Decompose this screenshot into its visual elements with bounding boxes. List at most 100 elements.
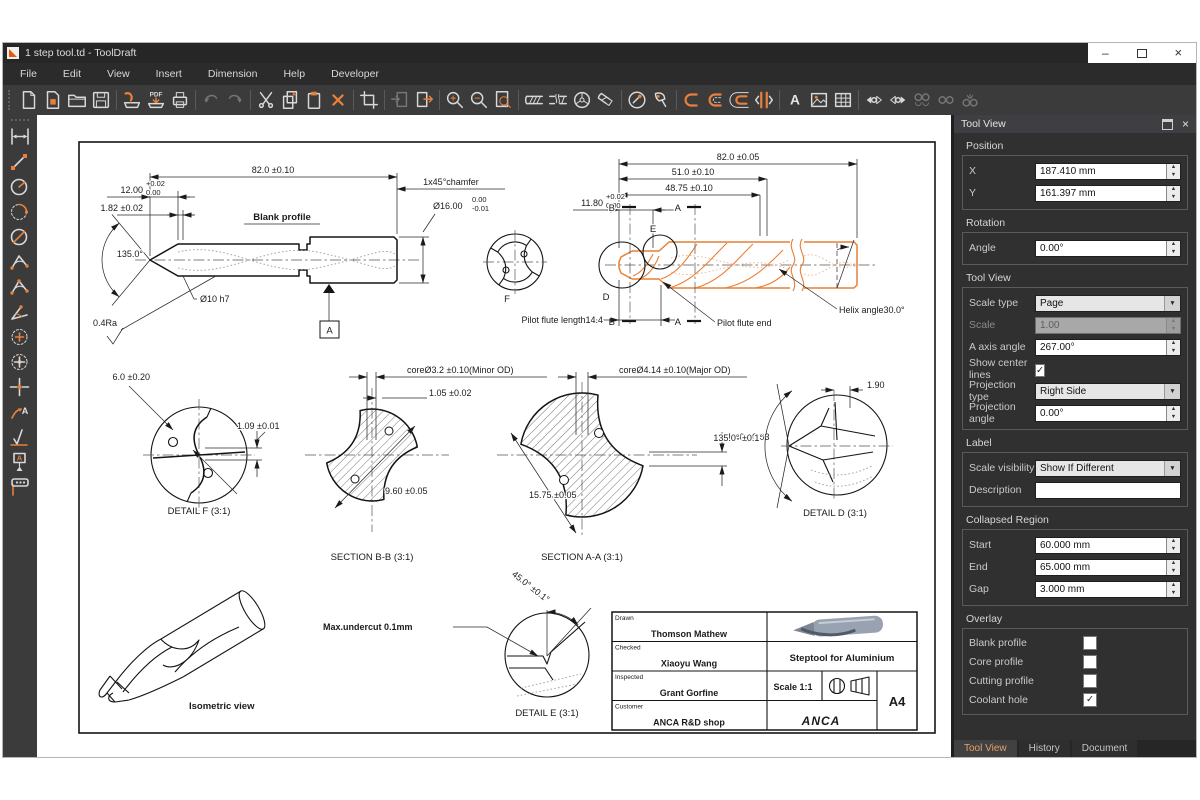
spin-up-icon[interactable]: ▲ [1167, 340, 1180, 348]
datum-label-button[interactable]: A [6, 449, 34, 474]
spin-up-icon[interactable]: ▲ [1167, 560, 1180, 568]
import-page-button[interactable] [388, 88, 412, 112]
flute-view-button[interactable] [522, 88, 546, 112]
angle-4pt-dimension-button[interactable] [6, 274, 34, 299]
a-axis-angle-input[interactable]: 267.00°▲▼ [1035, 339, 1181, 356]
y-input[interactable]: 161.397 mm▲▼ [1035, 185, 1181, 202]
paste-button[interactable] [302, 88, 326, 112]
cut-button[interactable] [254, 88, 278, 112]
cutting-profile-button[interactable] [728, 88, 752, 112]
image-button[interactable] [807, 88, 831, 112]
center-mark-button[interactable] [6, 324, 34, 349]
angled-view-button[interactable] [594, 88, 618, 112]
scale-visibility-dropdown[interactable]: Show If Different▼ [1035, 460, 1181, 477]
menu-insert[interactable]: Insert [143, 65, 195, 83]
scale-type-dropdown[interactable]: Page▼ [1035, 295, 1181, 312]
break-link-button[interactable] [958, 88, 982, 112]
menu-file[interactable]: File [7, 65, 50, 83]
spin-down-icon[interactable]: ▼ [1167, 347, 1180, 355]
surface-finish-button[interactable] [6, 424, 34, 449]
projection-type-dropdown[interactable]: Right Side▼ [1035, 383, 1181, 400]
tab-history[interactable]: History [1019, 740, 1070, 757]
projection-angle-input[interactable]: 0.00°▲▼ [1035, 405, 1181, 422]
x-input[interactable]: 187.410 mm▲▼ [1035, 163, 1181, 180]
menu-view[interactable]: View [94, 65, 143, 83]
arc-dimension-button[interactable] [6, 199, 34, 224]
blank-profile-button[interactable] [680, 88, 704, 112]
radius-dimension-button[interactable] [6, 174, 34, 199]
save-button[interactable] [89, 88, 113, 112]
text-button[interactable]: A [783, 88, 807, 112]
gap-input[interactable]: 3.000 mm▲▼ [1035, 581, 1181, 598]
export-page-button[interactable] [412, 88, 436, 112]
diameter-dimension-button[interactable] [6, 224, 34, 249]
maximize-button[interactable] [1137, 49, 1147, 58]
core-profile-button[interactable] [704, 88, 728, 112]
float-panel-icon[interactable] [1162, 119, 1173, 130]
mirror-right-button[interactable] [886, 88, 910, 112]
spin-up-icon[interactable]: ▲ [1167, 164, 1180, 172]
y-spinner[interactable]: ▲▼ [1166, 186, 1180, 201]
toolbar-drag-handle[interactable] [11, 119, 29, 121]
end-spinner[interactable]: ▲▼ [1166, 560, 1180, 575]
redo-button[interactable] [223, 88, 247, 112]
tool-orientation-button[interactable] [625, 88, 649, 112]
toolbar-drag-handle[interactable] [8, 90, 14, 110]
drawing-canvas[interactable]: Blank profile 82.0 ±0.10 12.00 +0.02 0.0… [37, 115, 951, 757]
center-target-button[interactable] [6, 374, 34, 399]
link-views-button[interactable] [910, 88, 934, 112]
menu-dimension[interactable]: Dimension [195, 65, 271, 83]
tool-rotate-button[interactable] [649, 88, 673, 112]
end-view-button[interactable] [570, 88, 594, 112]
new-from-template-button[interactable] [41, 88, 65, 112]
spin-down-icon[interactable]: ▼ [1167, 567, 1180, 575]
angle-line-dimension-button[interactable] [6, 299, 34, 324]
zoom-page-button[interactable] [491, 88, 515, 112]
close-button[interactable]: × [1174, 48, 1182, 58]
dropdown-arrow-icon[interactable]: ▼ [1164, 384, 1180, 399]
zoom-out-button[interactable] [467, 88, 491, 112]
tab-document[interactable]: Document [1072, 740, 1138, 757]
core-profile-checkbox[interactable] [1083, 655, 1097, 669]
tolerance-frame-button[interactable] [6, 474, 34, 499]
unlink-views-button[interactable] [934, 88, 958, 112]
minimize-button[interactable]: – [1102, 48, 1109, 58]
collapse-region-button[interactable] [752, 88, 776, 112]
projection-angle-spinner[interactable]: ▲▼ [1166, 406, 1180, 421]
print-button[interactable] [168, 88, 192, 112]
crop-button[interactable] [357, 88, 381, 112]
x-spinner[interactable]: ▲▼ [1166, 164, 1180, 179]
new-document-button[interactable] [17, 88, 41, 112]
spin-down-icon[interactable]: ▼ [1167, 248, 1180, 256]
close-panel-icon[interactable]: × [1182, 120, 1189, 129]
undo-button[interactable] [199, 88, 223, 112]
export-pdf-button[interactable]: PDF [144, 88, 168, 112]
dropdown-arrow-icon[interactable]: ▼ [1164, 296, 1180, 311]
spin-up-icon[interactable]: ▲ [1167, 186, 1180, 194]
spin-up-icon[interactable]: ▲ [1167, 406, 1180, 414]
cutting-profile-checkbox[interactable] [1083, 674, 1097, 688]
a-axis-spinner[interactable]: ▲▼ [1166, 340, 1180, 355]
angle-input[interactable]: 0.00°▲▼ [1035, 240, 1181, 257]
blank-profile-checkbox[interactable] [1083, 636, 1097, 650]
start-input[interactable]: 60.000 mm▲▼ [1035, 537, 1181, 554]
menu-edit[interactable]: Edit [50, 65, 94, 83]
send-to-tool-button[interactable] [120, 88, 144, 112]
coolant-hole-checkbox[interactable]: ✓ [1083, 693, 1097, 707]
dropdown-arrow-icon[interactable]: ▼ [1164, 461, 1180, 476]
collapsed-view-button[interactable] [546, 88, 570, 112]
copy-button[interactable] [278, 88, 302, 112]
spin-up-icon[interactable]: ▲ [1167, 241, 1180, 249]
spin-up-icon[interactable]: ▲ [1167, 582, 1180, 590]
spin-down-icon[interactable]: ▼ [1167, 193, 1180, 201]
spin-down-icon[interactable]: ▼ [1167, 413, 1180, 421]
spin-down-icon[interactable]: ▼ [1167, 589, 1180, 597]
start-spinner[interactable]: ▲▼ [1166, 538, 1180, 553]
spin-up-icon[interactable]: ▲ [1167, 538, 1180, 546]
open-button[interactable] [65, 88, 89, 112]
delete-button[interactable] [326, 88, 350, 112]
leader-text-button[interactable]: A [6, 399, 34, 424]
show-center-lines-checkbox[interactable]: ✓ [1035, 364, 1045, 377]
aligned-dimension-button[interactable] [6, 149, 34, 174]
tab-tool-view[interactable]: Tool View [954, 740, 1017, 757]
